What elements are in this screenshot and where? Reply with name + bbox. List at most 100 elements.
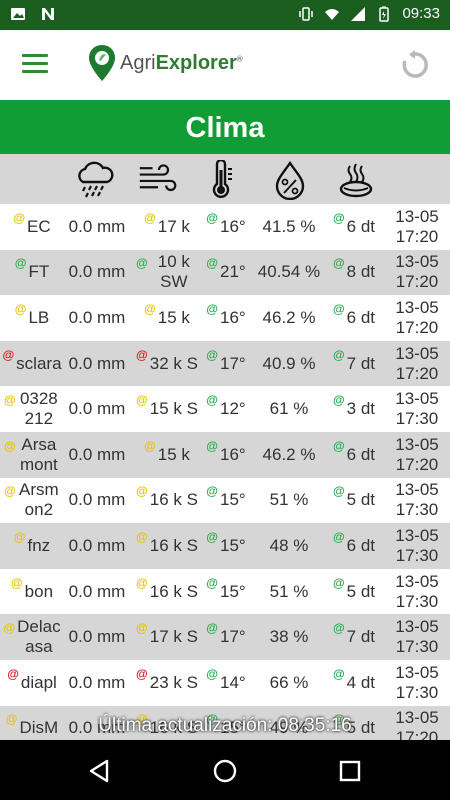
date-value: 13-05 xyxy=(395,252,439,272)
recents-icon[interactable] xyxy=(335,756,365,786)
status-at-icon: @ xyxy=(206,529,218,544)
dt-cell: @6 dt xyxy=(326,295,382,341)
status-at-icon: @ xyxy=(332,347,345,362)
station-name-cell: @ fnz xyxy=(4,523,60,569)
status-at-icon: @ xyxy=(206,210,218,225)
dt-cell: @7 dt xyxy=(326,614,382,660)
station-list[interactable]: @ EC 0.0 mm @17 k @16° 41.5 % @6 dt 13-05 17:20 @… xyxy=(0,204,450,740)
timestamp-cell: 13-05 17:30 xyxy=(388,660,446,706)
back-icon[interactable] xyxy=(85,756,115,786)
status-at-icon: @ xyxy=(14,256,27,271)
status-at-icon: @ xyxy=(332,484,345,499)
rain-value: 0.0 mm xyxy=(68,490,126,510)
status-at-icon: @ xyxy=(136,347,148,362)
menu-button[interactable] xyxy=(22,54,48,76)
status-at-icon: @ xyxy=(136,621,148,636)
refresh-icon[interactable] xyxy=(400,50,430,80)
rain-value: 0.0 mm xyxy=(68,627,126,647)
station-name: Delac asa xyxy=(17,617,61,657)
temp-value: 16° xyxy=(219,444,246,464)
home-icon[interactable] xyxy=(210,756,240,786)
status-at-icon: @ xyxy=(206,256,218,271)
rain-value: 0.0 mm xyxy=(68,399,126,419)
temp-value: 17° xyxy=(219,353,246,373)
dt-value: 6 dt xyxy=(346,535,376,555)
humidity-value: 48 % xyxy=(269,535,309,555)
station-row[interactable]: @ EC 0.0 mm @17 k @16° 41.5 % @6 dt 13-05 17:20 xyxy=(0,204,450,250)
status-at-icon: @ xyxy=(332,575,345,590)
status-at-icon: @ xyxy=(13,210,26,225)
temp-cell: @15° xyxy=(200,478,252,524)
n-icon xyxy=(42,8,54,20)
dt-cell: @5 dt xyxy=(326,569,382,615)
vibrate-icon xyxy=(299,6,314,21)
station-name-cell: @ sclara xyxy=(2,341,62,387)
date-value: 13-05 xyxy=(395,480,439,500)
timestamp-cell: 13-05 17:30 xyxy=(388,523,446,569)
station-row[interactable]: @ Delac asa 0.0 mm @17 k S @17° 38 % @7 dt 13-0… xyxy=(0,614,450,660)
timestamp-cell: 13-05 17:20 xyxy=(388,250,446,296)
station-name-cell: @ Arsm on2 xyxy=(4,478,60,524)
system-nav-bar xyxy=(0,740,450,800)
wind-cell: @15 k S xyxy=(136,386,198,432)
wind-value: 32 k S xyxy=(149,353,198,373)
station-row[interactable]: @ Arsm on2 0.0 mm @16 k S @15° 51 % @5 dt 13-05… xyxy=(0,478,450,524)
wind-value: 17 k xyxy=(157,216,190,236)
status-at-icon: @ xyxy=(136,256,148,271)
app-logo: AgriExplorer® xyxy=(88,44,243,82)
station-name-cell: @ FT xyxy=(4,250,60,296)
status-at-icon: @ xyxy=(144,438,156,453)
station-row[interactable]: @ sclara 0.0 mm @32 k S @17° 40.9 % @7 dt 13-05… xyxy=(0,340,450,387)
status-at-icon: @ xyxy=(206,438,218,453)
status-at-icon: @ xyxy=(4,484,16,499)
dt-cell: @7 dt xyxy=(326,341,382,387)
last-update-label: Última actualización: 08:35:16 xyxy=(98,715,352,736)
dt-value: 6 dt xyxy=(346,216,376,236)
dt-cell: @6 dt xyxy=(326,523,382,569)
station-row[interactable]: @ bon 0.0 mm @16 k S @15° 51 % @5 dt 13-05 17:30 xyxy=(0,569,450,615)
status-at-icon: @ xyxy=(10,575,23,590)
station-row[interactable]: @ diapl 0.0 mm @23 k S @14° 66 % @4 dt 13-05 17:… xyxy=(0,660,450,706)
status-at-icon: @ xyxy=(14,301,27,316)
temp-cell: @14° xyxy=(200,660,252,706)
station-name: diapl xyxy=(20,672,57,692)
app-bar: AgriExplorer® xyxy=(0,30,450,100)
station-name: LB xyxy=(28,307,50,327)
status-at-icon: @ xyxy=(136,529,148,544)
time-value: 17:30 xyxy=(395,682,439,702)
status-at-icon: @ xyxy=(136,575,148,590)
status-at-icon: @ xyxy=(206,484,218,499)
station-name: fnz xyxy=(27,535,51,555)
status-at-icon: @ xyxy=(2,347,15,362)
station-name: sclara xyxy=(16,353,62,373)
temp-cell: @16° xyxy=(200,204,252,250)
status-at-icon: @ xyxy=(3,621,16,636)
status-at-icon: @ xyxy=(136,393,148,408)
status-at-icon: @ xyxy=(144,210,156,225)
wind-cell: @23 k S xyxy=(136,660,198,706)
status-at-icon: @ xyxy=(4,438,16,453)
temp-cell: @15° xyxy=(200,569,252,615)
battery-icon xyxy=(379,6,390,22)
station-row[interactable]: @ Arsa mont 0.0 mm @15 k @16° 46.2 % @6 dt 13-0… xyxy=(0,431,450,478)
status-at-icon: @ xyxy=(206,575,218,590)
status-at-icon: @ xyxy=(13,529,26,544)
wind-value: 15 k xyxy=(157,444,190,464)
menu-icon-line xyxy=(22,70,48,73)
status-at-icon: @ xyxy=(7,666,19,681)
date-value: 13-05 xyxy=(395,571,439,591)
station-row[interactable]: @ fnz 0.0 mm @16 k S @15° 48 % @6 dt 13-05 17:30 xyxy=(0,523,450,569)
station-row[interactable]: @ LB 0.0 mm @15 k @16° 46.2 % @6 dt 13-05 17:20 xyxy=(0,295,450,341)
wind-cell: @17 k xyxy=(136,204,198,250)
station-row[interactable]: @ FT 0.0 mm @10 k SW @21° 40.54 % @8 dt 13-05 17… xyxy=(0,249,450,296)
wind-value: 16 k S xyxy=(149,490,198,510)
status-at-icon: @ xyxy=(136,484,148,499)
station-row[interactable]: @0328 212 0.0 mm @15 k S @12° 61 % @3 dt 13-05… xyxy=(0,386,450,432)
timestamp-cell: 13-05 17:30 xyxy=(388,569,446,615)
humidity-value: 61 % xyxy=(269,399,309,419)
humidity-value: 66 % xyxy=(269,672,309,692)
wind-cell: @16 k S xyxy=(136,569,198,615)
station-name-cell: @0328 212 xyxy=(4,386,60,432)
table-header xyxy=(0,154,450,204)
humidity-value: 51 % xyxy=(269,581,309,601)
